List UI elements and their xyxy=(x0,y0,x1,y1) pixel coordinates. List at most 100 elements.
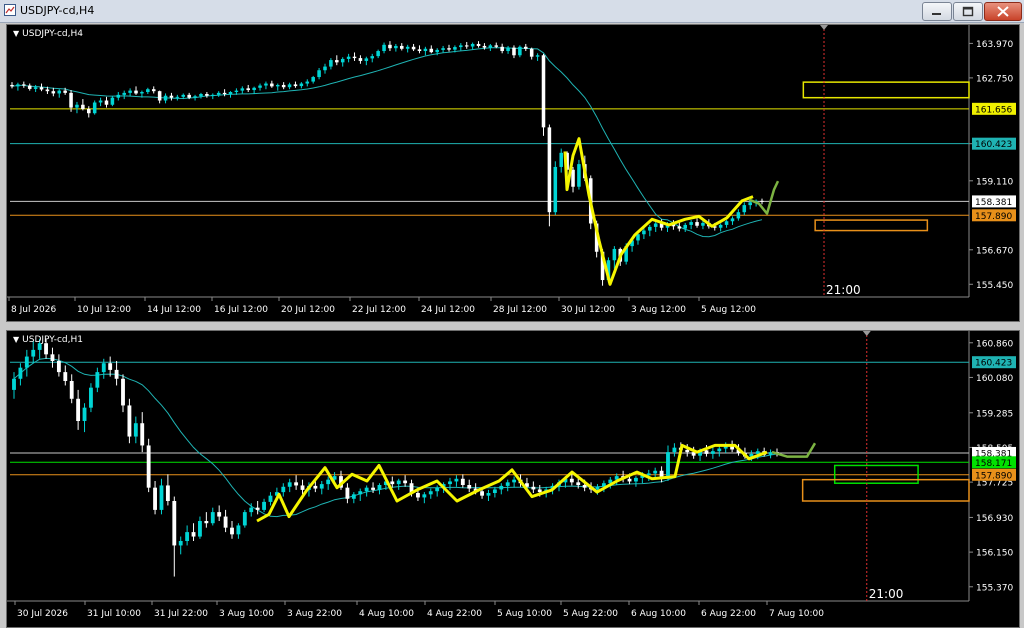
h1-candle-52 xyxy=(345,483,350,504)
h1-candle-body-59 xyxy=(390,481,395,485)
h1-candle-body-14 xyxy=(101,363,106,373)
h4-annotation-yellow-path xyxy=(563,137,754,286)
h1-candle-body-63 xyxy=(416,493,420,498)
h1-candle-78 xyxy=(512,476,517,488)
h1-candle-body-91 xyxy=(595,486,600,490)
h1-candle-9 xyxy=(69,374,74,404)
h1-candle-34 xyxy=(230,521,234,539)
h4-candle-64 xyxy=(388,41,392,52)
h1-candle-77 xyxy=(505,479,510,492)
panel-separator[interactable] xyxy=(0,322,1024,328)
h1-candle-body-38 xyxy=(255,507,260,510)
h4-candle-43 xyxy=(264,81,268,90)
h1-candle-body-44 xyxy=(294,482,299,486)
h4-candle-84 xyxy=(506,45,510,54)
close-icon xyxy=(997,6,1009,17)
restore-icon xyxy=(962,6,974,17)
h4-candle-91 xyxy=(547,124,552,227)
h1-candle-26 xyxy=(178,536,183,555)
h4-candle-120 xyxy=(718,223,723,232)
h4-candle-body-60 xyxy=(364,58,369,61)
h1-candle-body-20 xyxy=(140,423,145,446)
h4-candle-body-67 xyxy=(405,46,410,49)
h1-candle-10 xyxy=(76,389,81,430)
h4-candle-body-73 xyxy=(441,48,445,50)
h1-candle-1 xyxy=(18,363,23,386)
h4-candle-body-56 xyxy=(340,58,345,63)
h4-candle-body-40 xyxy=(246,88,250,91)
h1-candle-103 xyxy=(672,443,677,457)
h4-y-tick-label-5: 155.450 xyxy=(976,281,1013,291)
h4-candle-body-13 xyxy=(87,108,91,114)
h4-candle-28 xyxy=(175,94,180,101)
h4-candle-body-92 xyxy=(553,166,558,213)
h4-candle-body-70 xyxy=(423,48,428,52)
h4-candle-56 xyxy=(340,57,345,67)
h1-candle-53 xyxy=(351,492,356,504)
h4-candle-body-89 xyxy=(535,55,540,57)
h4-candle-60 xyxy=(364,56,369,66)
window-title: USDJPY-cd,H4 xyxy=(20,4,95,17)
h1-candle-body-68 xyxy=(448,481,452,485)
h4-candle-61 xyxy=(370,53,375,63)
h4-candle-body-47 xyxy=(287,84,292,88)
h4-candle-13 xyxy=(87,106,91,118)
h1-candle-body-73 xyxy=(480,491,484,496)
h4-candle-body-11 xyxy=(75,104,79,108)
h4-price-tag-158.381: 158.381 xyxy=(975,198,1012,208)
h4-candle-body-6 xyxy=(45,89,50,92)
h4-candle-body-39 xyxy=(240,88,245,91)
h4-candle-body-59 xyxy=(358,58,363,61)
h4-candle-body-83 xyxy=(500,46,504,52)
chart-window-icon xyxy=(4,4,16,16)
h4-candle-12 xyxy=(81,99,85,111)
h1-candle-body-97 xyxy=(634,477,638,482)
h1-candle-body-96 xyxy=(627,478,632,482)
h4-candle-body-114 xyxy=(683,224,687,229)
h4-candle-26 xyxy=(163,93,168,104)
h4-candle-body-49 xyxy=(299,83,304,87)
h1-annotation-yellow-path xyxy=(256,443,768,523)
h4-candle-27 xyxy=(169,92,174,101)
h4-candle-body-102 xyxy=(612,248,617,261)
h1-candle-71 xyxy=(467,479,472,493)
minimize-button[interactable] xyxy=(922,2,952,21)
h1-candle-body-23 xyxy=(159,485,164,510)
chart-panel-h1[interactable]: 21:00160.860160.080159.285158.505157.725… xyxy=(6,330,1020,628)
restore-button[interactable] xyxy=(953,2,983,21)
h1-x-tick-label-6: 4 Aug 22:00 xyxy=(427,609,482,619)
h4-candle-69 xyxy=(417,45,422,54)
h4-candle-body-17 xyxy=(110,97,115,105)
h4-chart-canvas[interactable]: 21:00 163.970 162.750 160.423 159.110 156.670… xyxy=(7,25,1019,321)
h4-candle-body-58 xyxy=(352,56,357,59)
h1-y-tick-label-7: 155.370 xyxy=(976,583,1013,593)
h4-candle-48 xyxy=(293,81,298,88)
h1-time-marker-handle xyxy=(862,331,871,336)
close-button[interactable] xyxy=(984,2,1022,21)
chart-panel-h4[interactable]: 21:00 163.970 162.750 160.423 159.110 156.670… xyxy=(6,24,1020,322)
h1-x-tick-label-3: 3 Aug 10:00 xyxy=(219,609,274,619)
h4-candle-body-113 xyxy=(677,226,682,229)
h1-chart-canvas[interactable]: 21:00160.860160.080159.285158.505157.725… xyxy=(7,331,1019,627)
h1-candle-body-21 xyxy=(146,445,151,488)
h4-candle-21 xyxy=(134,86,138,95)
h1-candle-69 xyxy=(454,475,459,487)
h1-candle-body-47 xyxy=(313,485,318,489)
h1-candle-body-31 xyxy=(210,512,215,524)
h1-candle-body-12 xyxy=(89,387,93,408)
h1-candle-body-16 xyxy=(114,369,119,379)
h4-candle-24 xyxy=(151,86,156,94)
h1-candle-body-69 xyxy=(454,478,459,482)
h4-candle-body-37 xyxy=(228,92,233,95)
h1-candle-55 xyxy=(364,485,369,497)
minimize-icon xyxy=(932,13,941,15)
h1-symbol-label: ▼ USDJPY-cd,H1 xyxy=(13,335,83,345)
h4-candle-14 xyxy=(92,100,97,115)
h1-candle-body-53 xyxy=(351,494,356,499)
h1-candle-body-7 xyxy=(56,361,61,373)
h4-candle-68 xyxy=(411,43,416,52)
h4-candle-88 xyxy=(529,47,534,60)
h4-candle-body-31 xyxy=(193,96,197,98)
h1-candle-body-60 xyxy=(396,480,401,485)
h4-candle-body-80 xyxy=(482,45,487,48)
